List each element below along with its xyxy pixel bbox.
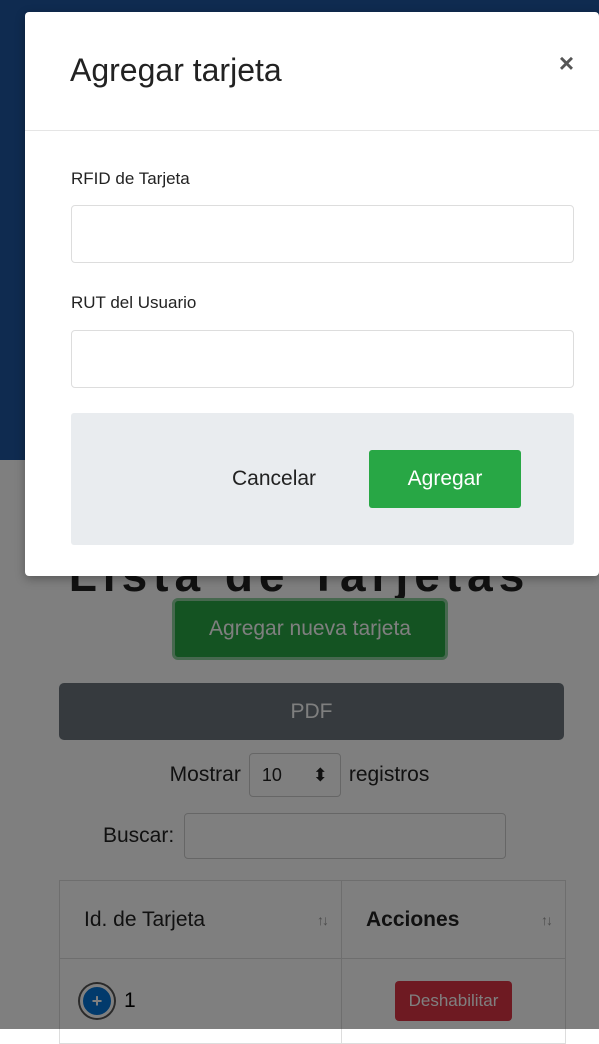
modal-header: Agregar tarjeta ×: [25, 12, 599, 131]
rfid-label: RFID de Tarjeta: [71, 169, 190, 188]
modal-title: Agregar tarjeta: [70, 52, 282, 88]
add-card-modal: Agregar tarjeta × RFID de Tarjeta RUT de…: [25, 12, 599, 576]
rut-input[interactable]: [71, 330, 574, 388]
rut-label: RUT del Usuario: [71, 293, 197, 312]
modal-footer: Cancelar Agregar: [71, 413, 574, 545]
rfid-input[interactable]: [71, 205, 574, 263]
close-icon[interactable]: ×: [559, 48, 574, 79]
cancel-button[interactable]: Cancelar: [232, 450, 316, 508]
submit-button[interactable]: Agregar: [369, 450, 521, 508]
